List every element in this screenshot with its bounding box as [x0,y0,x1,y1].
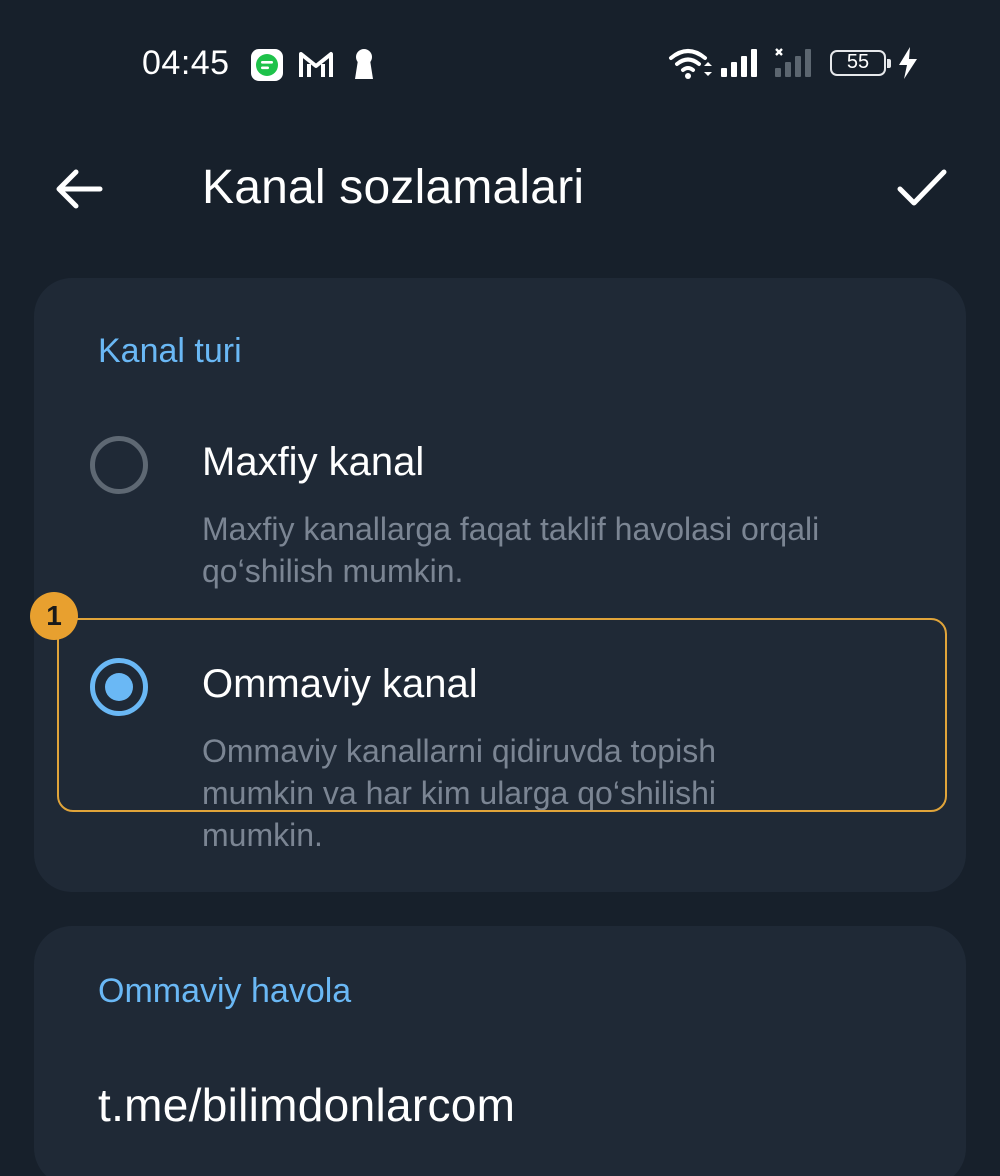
channel-type-card: Kanal turi Maxfiy kanal Maxfiy kanallarg… [34,278,966,892]
message-app-icon [250,48,284,82]
private-channel-description: Maxfiy kanallarga faqat taklif havolasi … [202,511,820,589]
back-button[interactable] [44,156,114,226]
channel-settings-screen: 04:45 55 Kanal sozlamalari Kanal turi Ma… [0,0,1000,1176]
private-channel-label: Maxfiy kanal [202,440,425,484]
public-link-section-title: Ommaviy havola [98,972,352,1010]
private-channel-radio[interactable] [90,436,148,494]
keyhole-icon [352,48,376,80]
public-channel-radio[interactable] [90,658,148,716]
status-bar: 04:45 55 [0,0,1000,130]
channel-type-section-title: Kanal turi [98,332,242,370]
battery-nub [887,59,891,68]
annotation-badge: 1 [30,592,78,640]
public-channel-label: Ommaviy kanal [202,662,478,706]
wifi-icon [668,46,714,82]
radio-selected-dot [105,673,133,701]
public-link-card: Ommaviy havola t.me/bilimdonlarcom [34,926,966,1176]
public-channel-description: Ommaviy kanallarni qidiruvda topish mumk… [202,733,716,853]
signal-no-service-icon [774,48,816,78]
gmail-icon [298,50,334,80]
charging-bolt-icon [896,46,920,80]
arrow-left-icon [54,167,104,216]
public-channel-option[interactable]: Ommaviy kanal Ommaviy kanallarni qidiruv… [34,650,966,860]
signal-icon [720,48,762,78]
battery-level: 55 [846,51,870,73]
private-channel-option[interactable]: Maxfiy kanal Maxfiy kanallarga faqat tak… [34,428,966,598]
public-link-input[interactable]: t.me/bilimdonlarcom [98,1078,515,1132]
battery-icon: 55 [830,50,891,76]
page-title: Kanal sozlamalari [202,161,585,214]
save-button[interactable] [886,154,958,226]
checkmark-icon [896,167,948,214]
status-time: 04:45 [142,44,230,82]
